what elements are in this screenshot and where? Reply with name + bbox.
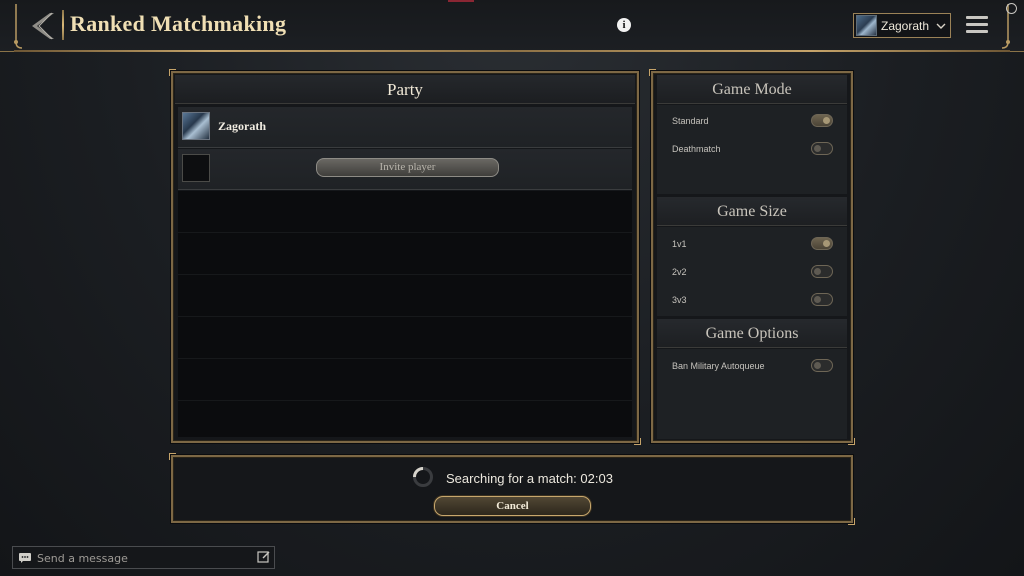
toggle-deathmatch[interactable] <box>811 142 833 155</box>
game-mode-header: Game Mode <box>657 75 847 104</box>
toggle-2v2[interactable] <box>811 265 833 278</box>
loading-spinner-icon <box>413 467 433 487</box>
toggle-1v1[interactable] <box>811 237 833 250</box>
option-3v3: 3v3 <box>672 293 833 309</box>
chat-box[interactable] <box>12 546 275 569</box>
game-size-section: 1v1 2v2 3v3 <box>657 227 847 316</box>
party-invite-row: Invite player <box>178 149 632 190</box>
game-size-header: Game Size <box>657 197 847 226</box>
status-ring-icon <box>1006 3 1017 14</box>
toggle-standard[interactable] <box>811 114 833 127</box>
info-icon[interactable]: i <box>617 18 631 32</box>
option-label: Deathmatch <box>672 144 721 154</box>
profile-dropdown[interactable]: Zagorath <box>853 13 951 38</box>
party-member-row[interactable]: Zagorath <box>178 107 632 148</box>
party-title: Party <box>387 80 423 99</box>
title-divider <box>62 10 64 40</box>
corner-ornament-left-icon <box>14 4 23 49</box>
option-label: Ban Military Autoqueue <box>672 361 765 371</box>
hamburger-menu-icon[interactable] <box>966 16 988 34</box>
option-standard: Standard <box>672 114 833 130</box>
compose-icon[interactable] <box>257 550 271 564</box>
game-size-title: Game Size <box>717 203 787 220</box>
top-accent-mark <box>448 0 474 2</box>
game-mode-title: Game Mode <box>712 81 792 98</box>
page-title: Ranked Matchmaking <box>70 11 287 36</box>
game-options-header: Game Options <box>657 319 847 348</box>
empty-slot <box>182 154 210 182</box>
back-button[interactable] <box>24 10 60 42</box>
topbar-border <box>14 50 1010 52</box>
invite-player-button[interactable]: Invite player <box>316 158 499 177</box>
top-bar: Ranked Matchmaking i Zagorath <box>0 0 1024 52</box>
chat-input[interactable] <box>37 548 257 568</box>
game-mode-section: Standard Deathmatch <box>657 105 847 194</box>
player-portrait-icon <box>182 112 210 140</box>
search-status-text: Searching for a match: 02:03 <box>446 471 613 486</box>
party-member-name: Zagorath <box>218 119 266 133</box>
toggle-3v3[interactable] <box>811 293 833 306</box>
avatar <box>856 15 877 36</box>
party-panel: Party Zagorath Invite player <box>169 69 641 445</box>
option-ban-military-autoqueue: Ban Military Autoqueue <box>672 359 833 375</box>
matchmaking-status-panel: Searching for a match: 02:03 Cancel <box>169 453 855 525</box>
party-empty-slots <box>178 191 632 437</box>
option-label: 1v1 <box>672 239 687 249</box>
option-deathmatch: Deathmatch <box>672 142 833 158</box>
party-header: Party <box>175 75 635 104</box>
game-options-section: Ban Military Autoqueue <box>657 349 847 439</box>
option-label: Standard <box>672 116 709 126</box>
chevron-down-icon <box>936 23 946 29</box>
toggle-ban-military-autoqueue[interactable] <box>811 359 833 372</box>
chat-bubble-icon <box>19 553 31 563</box>
profile-name: Zagorath <box>881 18 930 33</box>
option-1v1: 1v1 <box>672 237 833 253</box>
option-label: 3v3 <box>672 295 687 305</box>
option-label: 2v2 <box>672 267 687 277</box>
cancel-search-button[interactable]: Cancel <box>434 496 591 516</box>
options-panel: Game Mode Standard Deathmatch Game Size … <box>649 69 855 445</box>
game-options-title: Game Options <box>705 325 799 342</box>
option-2v2: 2v2 <box>672 265 833 281</box>
back-arrow-icon <box>32 12 54 40</box>
